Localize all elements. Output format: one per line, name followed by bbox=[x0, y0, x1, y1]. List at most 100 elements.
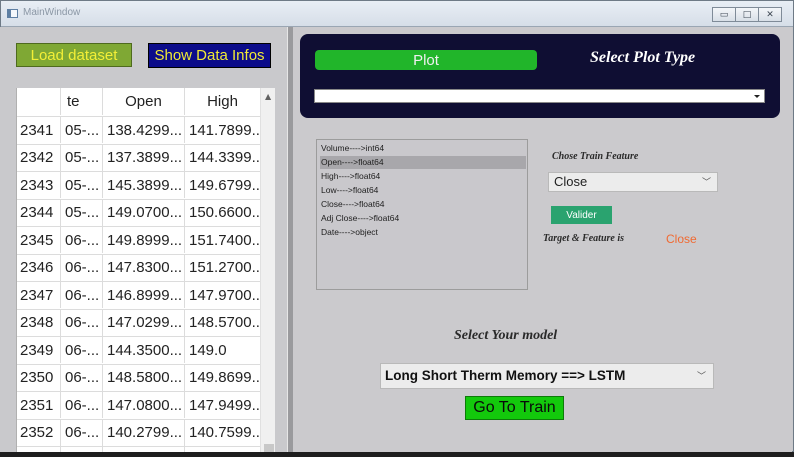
table-row[interactable]: 235306-...132.8699...135.1999.. bbox=[17, 446, 260, 452]
features-list[interactable]: Volume---->int64 Open---->float64 High----… bbox=[316, 139, 528, 290]
open-cell[interactable]: 137.3899... bbox=[102, 144, 184, 171]
data-table[interactable]: te Open High 2341 05-... 138.4299... 141.78… bbox=[16, 88, 275, 452]
high-cell[interactable]: 151.2700.. bbox=[184, 254, 260, 281]
row-index-cell[interactable]: 2348 bbox=[17, 309, 60, 336]
date-cell[interactable]: 06-... bbox=[60, 337, 102, 363]
go-to-train-button[interactable]: Go To Train bbox=[465, 396, 564, 420]
plot-type-combobox[interactable] bbox=[314, 89, 765, 103]
table-row[interactable]: 2343 05-... 145.3899... 149.6799.. bbox=[17, 171, 260, 198]
high-cell[interactable]: 147.9700.. bbox=[184, 282, 260, 308]
column-header-open[interactable]: Open bbox=[102, 88, 184, 115]
date-cell[interactable]: 05-... bbox=[60, 117, 102, 143]
high-cell[interactable]: 135.1999.. bbox=[184, 447, 260, 452]
column-header-high[interactable]: High bbox=[184, 88, 260, 115]
date-cell[interactable]: 06-... bbox=[60, 309, 102, 336]
table-row[interactable]: 2342 05-... 137.3899... 144.3399.. bbox=[17, 143, 260, 171]
row-index-cell[interactable]: 2342 bbox=[17, 144, 60, 171]
high-cell[interactable]: 149.6799.. bbox=[184, 172, 260, 198]
minimize-button[interactable]: ▭ bbox=[712, 7, 736, 22]
window-controls: ▭ □ ✕ bbox=[712, 7, 782, 22]
target-feature-label: Target & Feature is bbox=[543, 233, 625, 244]
open-cell[interactable]: 148.5800... bbox=[102, 364, 184, 391]
scrollbar-thumb[interactable] bbox=[264, 444, 274, 452]
open-cell[interactable]: 144.3500... bbox=[102, 337, 184, 363]
row-index-cell[interactable]: 2350 bbox=[17, 364, 60, 391]
table-row[interactable]: 2351 06-... 147.0800... 147.9499.. bbox=[17, 391, 260, 418]
date-cell[interactable]: 05-... bbox=[60, 144, 102, 171]
date-cell[interactable]: 06-... bbox=[60, 392, 102, 418]
table-header-row: te Open High bbox=[17, 88, 260, 115]
date-cell[interactable]: 05-... bbox=[60, 172, 102, 198]
open-cell[interactable]: 147.0299... bbox=[102, 309, 184, 336]
plot-header-box bbox=[300, 34, 780, 118]
date-cell[interactable]: 06-... bbox=[60, 282, 102, 308]
row-index-cell[interactable]: 2341 bbox=[17, 117, 60, 143]
row-index-cell[interactable]: 2352 bbox=[17, 419, 60, 446]
close-button[interactable]: ✕ bbox=[758, 7, 782, 22]
model-combobox[interactable]: Long Short Therm Memory ==> LSTM ﹀ bbox=[380, 363, 714, 389]
open-cell[interactable]: 149.8999... bbox=[102, 227, 184, 253]
high-cell[interactable]: 150.6600.. bbox=[184, 199, 260, 226]
high-cell[interactable]: 147.9499.. bbox=[184, 392, 260, 418]
open-cell[interactable]: 147.8300... bbox=[102, 254, 184, 281]
show-data-infos-button[interactable]: Show Data Infos bbox=[148, 43, 271, 68]
row-index-cell[interactable]: 2343 bbox=[17, 172, 60, 198]
date-cell[interactable]: 06-... bbox=[60, 254, 102, 281]
train-feature-combobox[interactable]: Close ﹀ bbox=[548, 172, 718, 192]
table-row[interactable]: 2348 06-... 147.0299... 148.5700.. bbox=[17, 308, 260, 336]
chevron-down-icon: ﹀ bbox=[701, 177, 711, 187]
table-row[interactable]: 2350 06-... 148.5800... 149.8699.. bbox=[17, 363, 260, 391]
valider-button[interactable]: Valider bbox=[551, 206, 612, 224]
table-row[interactable]: 2352 06-... 140.2799... 140.7599.. bbox=[17, 418, 260, 446]
table-row[interactable]: 2344 05-... 149.0700... 150.6600.. bbox=[17, 198, 260, 226]
high-cell[interactable]: 149.0 bbox=[184, 337, 260, 363]
high-cell[interactable]: 144.3399.. bbox=[184, 144, 260, 171]
title-bar[interactable]: MainWindow ▭ □ ✕ bbox=[1, 1, 793, 27]
open-cell[interactable]: 132.8699... bbox=[102, 447, 184, 452]
date-cell[interactable]: 06-... bbox=[60, 227, 102, 253]
high-cell[interactable]: 148.5700.. bbox=[184, 309, 260, 336]
table-row[interactable]: 2341 05-... 138.4299... 141.7899.. bbox=[17, 116, 260, 143]
open-cell[interactable]: 146.8999... bbox=[102, 282, 184, 308]
table-row[interactable]: 2347 06-... 146.8999... 147.9700.. bbox=[17, 281, 260, 308]
high-cell[interactable]: 151.7400.. bbox=[184, 227, 260, 253]
table-row[interactable]: 2349 06-... 144.3500... 149.0 bbox=[17, 336, 260, 363]
date-cell[interactable]: 06-... bbox=[60, 364, 102, 391]
feature-list-item[interactable]: Low---->float64 bbox=[320, 184, 526, 197]
column-header-date[interactable]: te bbox=[60, 88, 102, 115]
dropdown-arrow-icon[interactable] bbox=[752, 91, 762, 101]
feature-list-item[interactable]: Open---->float64 bbox=[320, 156, 526, 169]
open-cell[interactable]: 145.3899... bbox=[102, 172, 184, 198]
high-cell[interactable]: 149.8699.. bbox=[184, 364, 260, 391]
table-vertical-scrollbar[interactable]: ▲ bbox=[260, 88, 275, 452]
close-icon: ✕ bbox=[766, 9, 774, 20]
scroll-up-arrow-icon[interactable]: ▲ bbox=[265, 92, 271, 101]
open-cell[interactable]: 138.4299... bbox=[102, 117, 184, 143]
minimize-icon: ▭ bbox=[719, 9, 729, 20]
row-index-cell[interactable]: 2345 bbox=[17, 227, 60, 253]
feature-list-item[interactable]: High---->float64 bbox=[320, 170, 526, 183]
load-dataset-button[interactable]: Load dataset bbox=[16, 43, 132, 67]
feature-list-item[interactable]: Adj Close---->float64 bbox=[320, 212, 526, 225]
row-index-cell[interactable]: 2344 bbox=[17, 199, 60, 226]
date-cell[interactable]: 05-... bbox=[60, 199, 102, 226]
open-cell[interactable]: 147.0800... bbox=[102, 392, 184, 418]
row-index-cell[interactable]: 2349 bbox=[17, 337, 60, 363]
high-cell[interactable]: 140.7599.. bbox=[184, 419, 260, 446]
table-row[interactable]: 2346 06-... 147.8300... 151.2700.. bbox=[17, 253, 260, 281]
plot-button[interactable]: Plot bbox=[315, 50, 537, 70]
date-cell[interactable]: 06-... bbox=[60, 447, 102, 452]
feature-list-item[interactable]: Close---->float64 bbox=[320, 198, 526, 211]
date-cell[interactable]: 06-... bbox=[60, 419, 102, 446]
maximize-button[interactable]: □ bbox=[735, 7, 759, 22]
feature-list-item[interactable]: Volume---->int64 bbox=[320, 142, 526, 155]
row-index-cell[interactable]: 2346 bbox=[17, 254, 60, 281]
feature-list-item[interactable]: Date---->object bbox=[320, 226, 526, 239]
row-index-cell[interactable]: 2351 bbox=[17, 392, 60, 418]
high-cell[interactable]: 141.7899.. bbox=[184, 117, 260, 143]
row-index-cell[interactable]: 2347 bbox=[17, 282, 60, 308]
open-cell[interactable]: 140.2799... bbox=[102, 419, 184, 446]
row-index-cell[interactable]: 2353 bbox=[17, 447, 60, 452]
table-row[interactable]: 2345 06-... 149.8999... 151.7400.. bbox=[17, 226, 260, 253]
open-cell[interactable]: 149.0700... bbox=[102, 199, 184, 226]
